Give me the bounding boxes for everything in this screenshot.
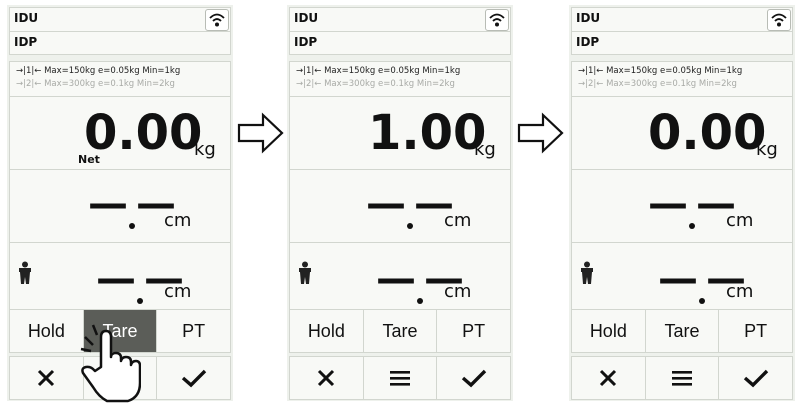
scale-screen-2: IDU IDP →|1|← Max=150kg e=0.05kg Min=1kg…	[287, 5, 513, 401]
dimension-display-2: — — cm	[571, 243, 793, 316]
weight-value: 0.00	[84, 105, 203, 161]
check-icon	[461, 369, 486, 388]
confirm-button[interactable]	[719, 356, 794, 400]
header-idp-label: IDP	[294, 35, 318, 49]
dimension-1-unit: cm	[164, 210, 192, 231]
header-idp: IDP	[571, 31, 793, 55]
confirm-button[interactable]	[157, 356, 232, 400]
check-icon	[181, 369, 206, 388]
menu-icon	[390, 371, 410, 386]
header-idu: IDU	[289, 7, 511, 31]
wifi-icon	[205, 9, 229, 31]
person-icon	[299, 261, 311, 284]
menu-icon	[672, 371, 692, 386]
dimension-2-unit: cm	[726, 281, 754, 302]
dimension-1-value: — —	[88, 181, 176, 229]
weight-value: 1.00	[368, 105, 487, 161]
range-2-info: →|2|← Max=300kg e=0.1kg Min=2kg	[16, 79, 175, 89]
person-icon	[19, 261, 31, 284]
weight-display: 0.00 kg Net	[9, 97, 231, 170]
dimension-display-1: — — cm	[571, 170, 793, 243]
cancel-button[interactable]	[9, 356, 84, 400]
dimension-display-2: — — cm	[9, 243, 231, 316]
dimension-display-2: — — cm	[289, 243, 511, 316]
check-icon	[743, 369, 768, 388]
weight-display: 0.00 kg	[571, 97, 793, 170]
arrow-right-icon	[237, 112, 284, 154]
dimension-display-1: — — cm	[9, 170, 231, 243]
dimension-1-value: — —	[366, 181, 454, 229]
close-icon	[38, 369, 55, 387]
hold-button[interactable]: Hold	[289, 309, 364, 353]
wifi-icon	[485, 9, 509, 31]
scale-range-info: →|1|← Max=150kg e=0.05kg Min=1kg →|2|← M…	[9, 61, 231, 97]
range-2-info: →|2|← Max=300kg e=0.1kg Min=2kg	[296, 79, 455, 89]
dimension-2-unit: cm	[164, 281, 192, 302]
hand-pointer-icon	[80, 324, 141, 403]
range-1-info: →|1|← Max=150kg e=0.05kg Min=1kg	[578, 66, 743, 76]
hold-button[interactable]: Hold	[9, 309, 84, 353]
cancel-button[interactable]	[571, 356, 646, 400]
scale-range-info: →|1|← Max=150kg e=0.05kg Min=1kg →|2|← M…	[571, 61, 793, 97]
close-icon	[318, 369, 335, 387]
dimension-1-value: — —	[648, 181, 736, 229]
arrow-right-icon	[517, 112, 564, 154]
range-2-info: →|2|← Max=300kg e=0.1kg Min=2kg	[578, 79, 737, 89]
dimension-2-unit: cm	[444, 281, 472, 302]
weight-unit: kg	[194, 139, 216, 160]
header-idp: IDP	[289, 31, 511, 55]
header-idp: IDP	[9, 31, 231, 55]
range-1-info: →|1|← Max=150kg e=0.05kg Min=1kg	[296, 66, 461, 76]
wifi-icon	[767, 9, 791, 31]
action-button-row	[289, 356, 512, 400]
weight-unit: kg	[474, 139, 496, 160]
function-button-row: Hold Tare PT	[571, 309, 794, 353]
function-button-row: Hold Tare PT	[289, 309, 512, 353]
weight-value: 0.00	[648, 105, 767, 161]
header-idp-label: IDP	[14, 35, 38, 49]
header-idu: IDU	[571, 7, 793, 31]
tare-button[interactable]: Tare	[645, 309, 720, 353]
hold-button[interactable]: Hold	[571, 309, 646, 353]
range-1-info: →|1|← Max=150kg e=0.05kg Min=1kg	[16, 66, 181, 76]
action-button-row	[571, 356, 794, 400]
net-label: Net	[78, 153, 100, 166]
dimension-display-1: — — cm	[289, 170, 511, 243]
cancel-button[interactable]	[289, 356, 364, 400]
header-idu-label: IDU	[294, 11, 319, 25]
header-idu-label: IDU	[576, 11, 601, 25]
pt-button[interactable]: PT	[719, 309, 794, 353]
confirm-button[interactable]	[437, 356, 512, 400]
tare-button[interactable]: Tare	[363, 309, 438, 353]
pt-button[interactable]: PT	[437, 309, 512, 353]
scale-range-info: →|1|← Max=150kg e=0.05kg Min=1kg →|2|← M…	[289, 61, 511, 97]
close-icon	[600, 369, 617, 387]
scale-screen-3: IDU IDP →|1|← Max=150kg e=0.05kg Min=1kg…	[569, 5, 795, 401]
header-idu: IDU	[9, 7, 231, 31]
header-idu-label: IDU	[14, 11, 39, 25]
dimension-1-unit: cm	[726, 210, 754, 231]
person-icon	[581, 261, 593, 284]
scale-screen-1: IDU IDP →|1|← Max=150kg e=0.05kg Min=1kg…	[7, 5, 233, 403]
pt-button[interactable]: PT	[157, 309, 232, 353]
menu-button[interactable]	[645, 356, 720, 400]
dimension-1-unit: cm	[444, 210, 472, 231]
weight-unit: kg	[756, 139, 778, 160]
menu-button[interactable]	[363, 356, 438, 400]
weight-display: 1.00 kg	[289, 97, 511, 170]
header-idp-label: IDP	[576, 35, 600, 49]
